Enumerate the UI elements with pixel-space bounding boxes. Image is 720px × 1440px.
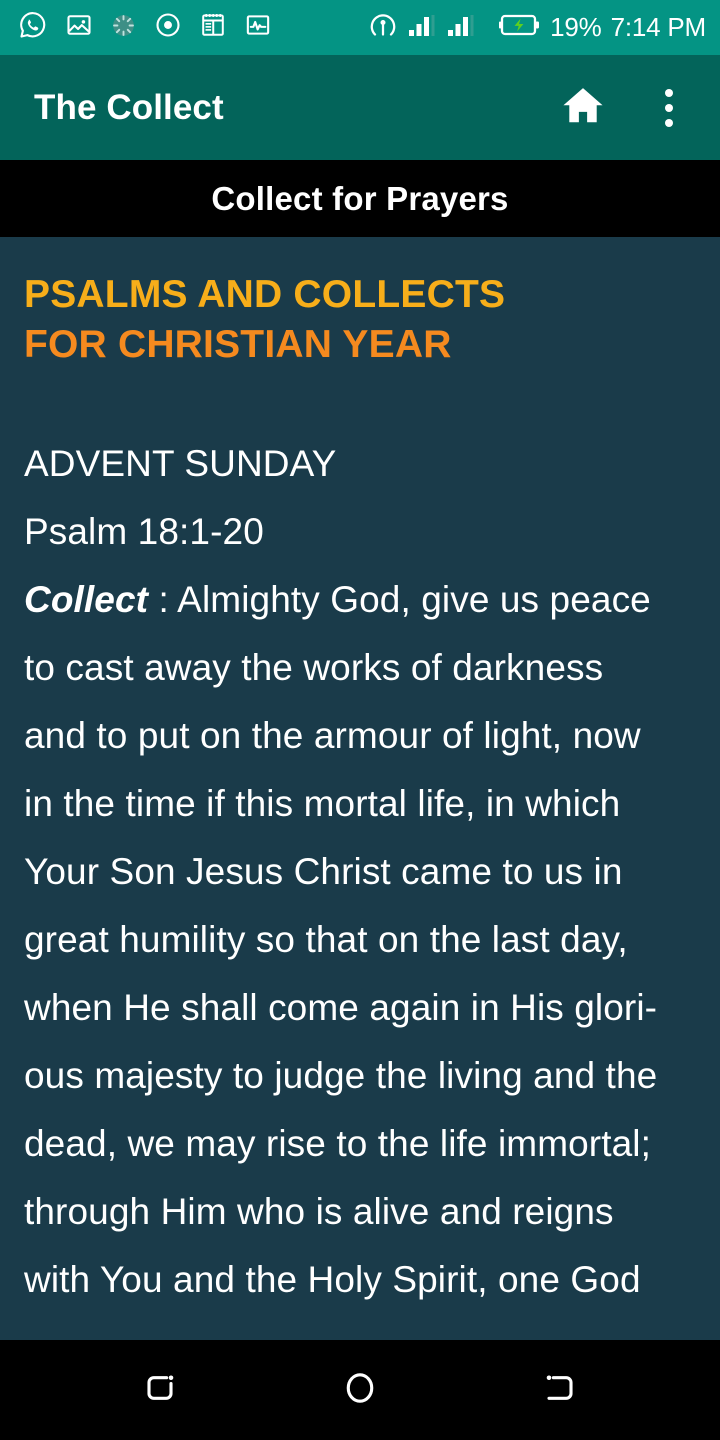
collect-line-2: to cast away the works of darkness [24, 646, 604, 688]
recents-button[interactable] [115, 1355, 205, 1425]
clock-label: 7:14 PM [610, 12, 707, 42]
app-bar-actions [558, 83, 694, 133]
collect-line-6: great humility so that on the last day, [24, 918, 628, 960]
collect-line-5: Your Son Jesus Christ came to us in [24, 850, 623, 892]
collect-separator: : [148, 578, 178, 620]
back-button[interactable] [515, 1355, 605, 1425]
signal-bars-sim2-icon [446, 12, 476, 43]
collect-label: Collect [24, 578, 149, 620]
overflow-menu-button[interactable] [644, 83, 694, 133]
status-bar: 19% 7:14 PM [0, 0, 720, 55]
collect-line-7: when He shall come again in His glori- [24, 986, 658, 1028]
entry-day-label: ADVENT SUNDAY [24, 442, 337, 484]
collect-line-3: and to put on the armour of light, now [24, 714, 641, 756]
heading-spacer [24, 370, 696, 430]
collect-line-9: dead, we may rise to the life immortal; [24, 1122, 651, 1164]
status-bar-right-icons: 19% 7:14 PM [368, 10, 706, 45]
collect-line-10: through Him who is alive and reigns [24, 1190, 614, 1232]
collect-line-11: with You and the Holy Spirit, one God [24, 1258, 641, 1300]
app-bar: The Collect [0, 55, 720, 160]
home-button[interactable] [315, 1355, 405, 1425]
collect-line-4: in the time if this mortal life, in whic… [24, 782, 621, 824]
phone-screen: 19% 7:14 PM The Collect Collect for Pray… [0, 0, 720, 1440]
signal-bars-sim1-icon [407, 12, 437, 43]
content-heading-line2: FOR CHRISTIAN YEAR [24, 322, 452, 366]
back-icon [538, 1366, 582, 1415]
status-bar-left-icons [18, 10, 272, 45]
collect-content[interactable]: PSALMS AND COLLECTS FOR CHRISTIAN YEAR A… [0, 237, 720, 1340]
more-vertical-icon [665, 88, 673, 127]
home-circle-icon [338, 1366, 382, 1415]
home-button[interactable] [558, 83, 608, 133]
battery-charging-icon [499, 12, 541, 43]
battery-percent-label: 19% [550, 12, 602, 42]
hotspot-icon [368, 10, 398, 45]
home-icon [560, 82, 606, 133]
section-title: Collect for Prayers [211, 179, 509, 217]
sync-spinner-icon [110, 12, 137, 44]
entry-psalm-reference: Psalm 18:1-20 [24, 510, 264, 552]
section-header-bar: Collect for Prayers [0, 160, 720, 237]
image-icon [65, 11, 93, 44]
record-target-icon [154, 11, 182, 44]
recents-icon [138, 1366, 182, 1415]
system-navigation-bar [0, 1340, 720, 1440]
collect-line-8: ous majesty to judge the living and the [24, 1054, 658, 1096]
page-title: The Collect [34, 88, 224, 127]
collect-text-0: Almighty God, give us peace [177, 578, 651, 620]
activity-pulse-icon [244, 11, 272, 44]
notepad-icon [199, 11, 227, 44]
whatsapp-icon [18, 10, 48, 45]
content-heading-line1: PSALMS AND COLLECTS [24, 273, 506, 316]
collect-line-1: Collect : Almighty God, give us peace [24, 566, 696, 634]
